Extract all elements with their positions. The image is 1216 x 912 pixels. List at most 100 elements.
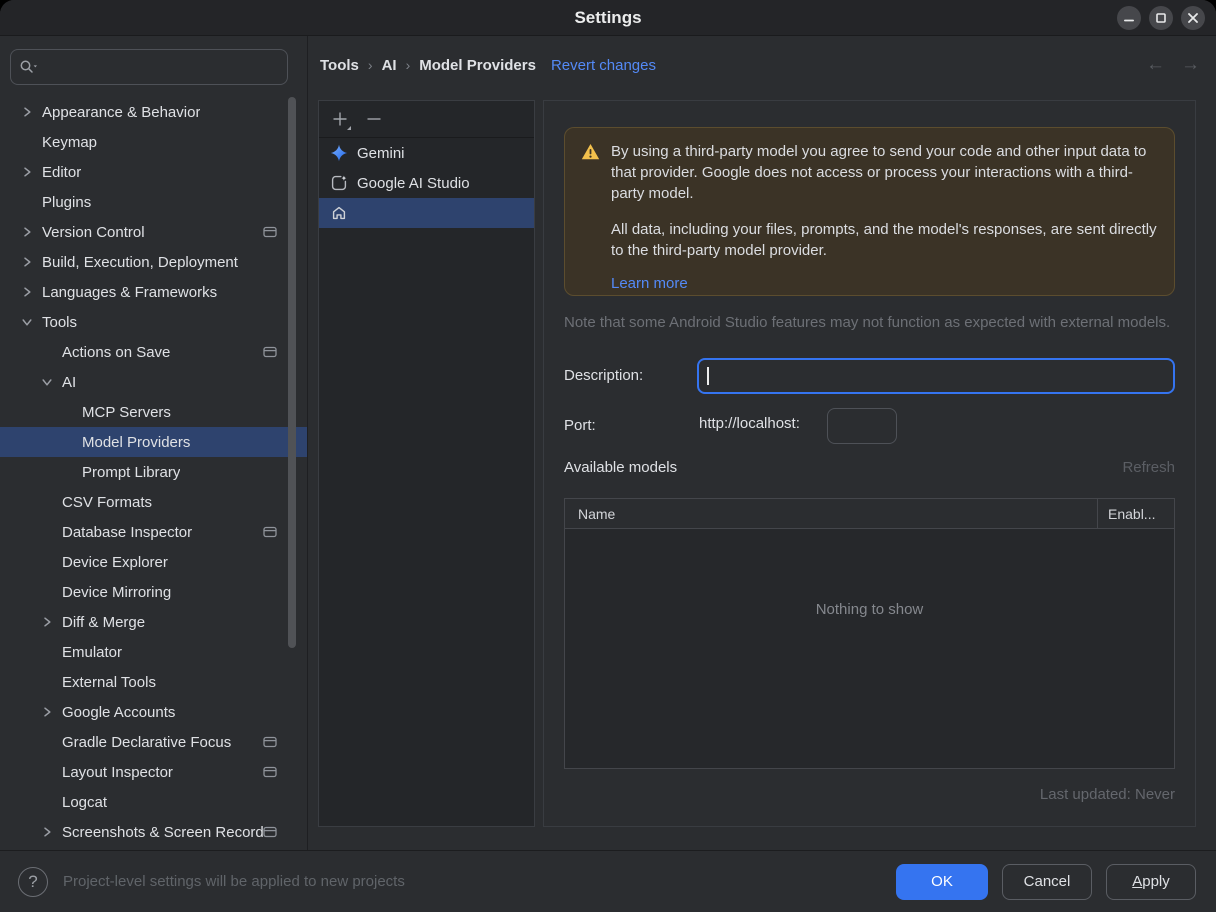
sidebar-item-label: Database Inspector	[62, 523, 193, 541]
question-mark-icon: ?	[28, 871, 38, 891]
last-updated-text: Last updated: Never	[1039, 786, 1175, 803]
sidebar-item-label: Model Providers	[82, 433, 191, 451]
sidebar-item-external-tools[interactable]: External Tools	[0, 667, 307, 697]
chevron-right-icon[interactable]	[12, 106, 42, 118]
sidebar-item-gradle-declarative-focus[interactable]: Gradle Declarative Focus	[0, 727, 307, 757]
sidebar-item-label: Google Accounts	[62, 703, 176, 721]
provider-item-gemini[interactable]: Gemini	[319, 138, 534, 168]
refresh-button[interactable]: Refresh	[1122, 459, 1175, 476]
text-caret	[707, 367, 709, 385]
sidebar-item-plugins[interactable]: Plugins	[0, 187, 307, 217]
provider-list-toolbar	[319, 101, 534, 138]
chevron-right-icon[interactable]	[32, 826, 62, 838]
provider-item-home[interactable]	[319, 198, 534, 228]
settings-search[interactable]	[10, 49, 288, 85]
sidebar-item-tools[interactable]: Tools	[0, 307, 307, 337]
breadcrumb-tools[interactable]: Tools	[320, 57, 359, 74]
sidebar-item-actions-on-save[interactable]: Actions on Save	[0, 337, 307, 367]
chevron-right-icon[interactable]	[12, 226, 42, 238]
titlebar: Settings	[0, 0, 1216, 36]
third-party-warning-banner: By using a third-party model you agree t…	[564, 127, 1175, 296]
provider-item-google-ai-studio[interactable]: Google AI Studio	[319, 168, 534, 198]
sidebar-item-google-accounts[interactable]: Google Accounts	[0, 697, 307, 727]
column-header-name[interactable]: Name	[565, 506, 1097, 522]
provider-item-label: Gemini	[357, 144, 405, 162]
dropdown-corner-icon	[347, 125, 351, 130]
sidebar-item-device-explorer[interactable]: Device Explorer	[0, 547, 307, 577]
sidebar-item-diff-merge[interactable]: Diff & Merge	[0, 607, 307, 637]
breadcrumb-model-providers: Model Providers	[419, 56, 536, 74]
warning-icon	[581, 144, 600, 160]
sidebar-item-label: Appearance & Behavior	[42, 103, 201, 121]
minimize-icon	[1124, 19, 1134, 22]
revert-changes-link[interactable]: Revert changes	[551, 57, 656, 74]
ok-button[interactable]: OK	[896, 863, 988, 900]
external-models-note: Note that some Android Studio features m…	[564, 314, 1171, 331]
sidebar-item-keymap[interactable]: Keymap	[0, 127, 307, 157]
sidebar-item-languages-frameworks[interactable]: Languages & Frameworks	[0, 277, 307, 307]
search-input[interactable]	[39, 58, 279, 76]
window-badge-icon	[263, 766, 277, 778]
breadcrumb-separator: ›	[367, 57, 373, 73]
back-arrow-icon[interactable]: ←	[1146, 54, 1165, 76]
chevron-right-icon[interactable]	[12, 256, 42, 268]
chevron-down-icon[interactable]	[12, 316, 42, 328]
window-badge-icon	[263, 736, 277, 748]
add-provider-button[interactable]	[331, 111, 351, 130]
minimize-button[interactable]	[1117, 6, 1141, 30]
sidebar-item-csv-formats[interactable]: CSV Formats	[0, 487, 307, 517]
sidebar-item-prompt-library[interactable]: Prompt Library	[0, 457, 307, 487]
sidebar-item-layout-inspector[interactable]: Layout Inspector	[0, 757, 307, 787]
available-models-label: Available models	[564, 459, 678, 476]
sidebar-item-mcp-servers[interactable]: MCP Servers	[0, 397, 307, 427]
sidebar-item-model-providers[interactable]: Model Providers	[0, 427, 307, 457]
sidebar-item-label: Plugins	[42, 193, 92, 211]
sidebar-item-device-mirroring[interactable]: Device Mirroring	[0, 577, 307, 607]
port-input[interactable]	[827, 408, 897, 444]
breadcrumb-ai[interactable]: AI	[382, 57, 397, 74]
chevron-right-icon[interactable]	[12, 166, 42, 178]
sidebar-item-emulator[interactable]: Emulator	[0, 637, 307, 667]
provider-list: Gemini Google AI Studio	[319, 138, 534, 228]
models-table: Name Enabl... Nothing to show	[564, 498, 1175, 769]
window-title: Settings	[574, 8, 642, 27]
dialog-footer: ? Project-level settings will be applied…	[0, 850, 1216, 912]
sidebar-item-label: Languages & Frameworks	[42, 283, 218, 301]
chevron-right-icon[interactable]	[32, 706, 62, 718]
minus-icon	[367, 118, 380, 120]
gemini-icon	[330, 144, 348, 162]
maximize-button[interactable]	[1149, 6, 1173, 30]
chevron-down-icon[interactable]	[32, 376, 62, 388]
cancel-button[interactable]: Cancel	[1002, 863, 1092, 900]
ai-studio-icon	[330, 174, 348, 192]
sidebar-item-build-execution-deployment[interactable]: Build, Execution, Deployment	[0, 247, 307, 277]
sidebar-item-ai[interactable]: AI	[0, 367, 307, 397]
close-button[interactable]	[1181, 6, 1205, 30]
sidebar-item-label: Diff & Merge	[62, 613, 146, 631]
apply-button[interactable]: Apply	[1106, 863, 1196, 900]
sidebar-item-database-inspector[interactable]: Database Inspector	[0, 517, 307, 547]
sidebar-item-label: Version Control	[42, 223, 145, 241]
sidebar-item-label: CSV Formats	[62, 493, 153, 511]
provider-item-label: Google AI Studio	[357, 174, 470, 192]
sidebar-item-screenshots-screen-recordi[interactable]: Screenshots & Screen Recordi	[0, 817, 307, 847]
window-badge-icon	[263, 226, 277, 238]
sidebar-item-editor[interactable]: Editor	[0, 157, 307, 187]
learn-more-link[interactable]: Learn more	[611, 273, 688, 294]
chevron-right-icon[interactable]	[32, 616, 62, 628]
sidebar-scrollbar[interactable]	[288, 97, 296, 648]
help-button[interactable]: ?	[18, 866, 48, 897]
description-input[interactable]	[697, 358, 1175, 394]
search-icon	[20, 60, 37, 73]
chevron-right-icon[interactable]	[12, 286, 42, 298]
sidebar-item-version-control[interactable]: Version Control	[0, 217, 307, 247]
sidebar-item-appearance-behavior[interactable]: Appearance & Behavior	[0, 97, 307, 127]
port-prefix: http://localhost:	[699, 415, 800, 432]
column-header-enabled[interactable]: Enabl...	[1097, 499, 1174, 528]
forward-arrow-icon[interactable]: →	[1181, 54, 1200, 76]
sidebar-item-label: Keymap	[42, 133, 98, 151]
sidebar-item-logcat[interactable]: Logcat	[0, 787, 307, 817]
provider-detail-panel: By using a third-party model you agree t…	[543, 100, 1196, 827]
remove-provider-button[interactable]	[365, 111, 382, 128]
window-badge-icon	[263, 346, 277, 358]
